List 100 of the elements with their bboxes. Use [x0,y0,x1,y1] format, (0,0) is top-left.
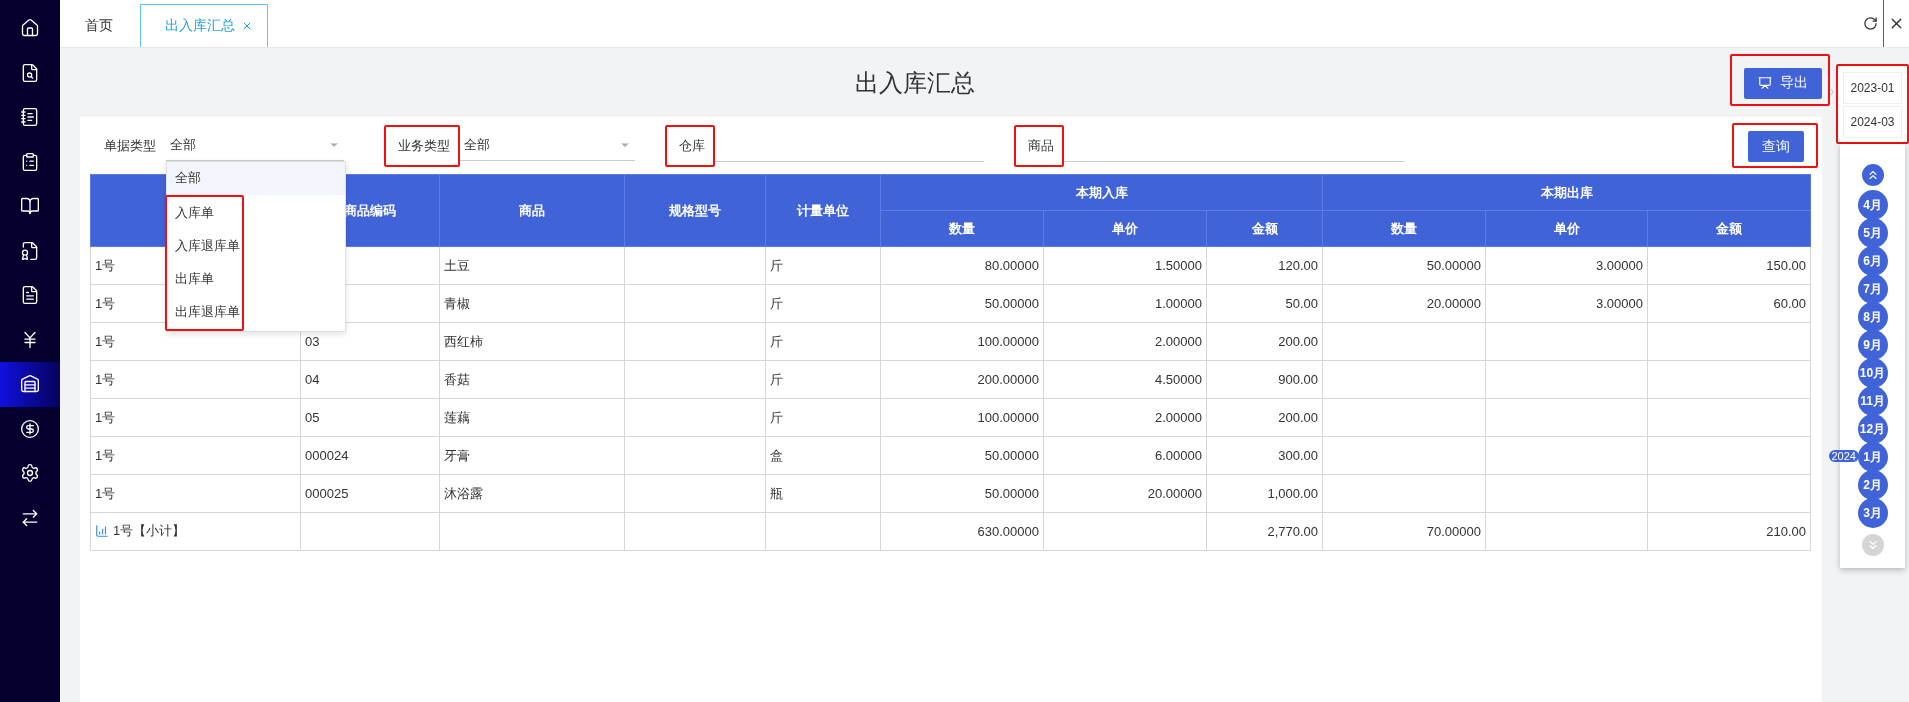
column-header: 数量 [1322,210,1486,247]
nav-icon [20,107,40,128]
nav-icon [20,240,40,261]
table-cell: 05 [300,398,440,437]
nav-icon [20,507,40,528]
select-value: 全部 [170,136,196,154]
sidebar-item[interactable] [0,362,60,407]
table-cell: 莲藕 [439,398,625,437]
column-header: 金额 [1647,210,1811,247]
table-cell: 50.00000 [880,474,1044,513]
group-header: 本期出库 [1322,174,1811,211]
table-cell: 斤 [765,322,881,361]
start-date-field[interactable]: 2023-01 [1843,72,1902,104]
month-button[interactable]: 2月 [1857,470,1888,500]
table-cell: 80.00000 [880,246,1044,285]
table-cell: 牙膏 [439,436,625,475]
table-cell: 100.00000 [880,398,1044,437]
page-title: 出入库汇总 [854,67,976,98]
table-cell: 900.00 [1206,360,1323,399]
group-header: 本期入库 [880,174,1323,211]
table-cell: 300.00 [1206,436,1323,475]
tab[interactable]: 出入库汇总 [140,4,268,47]
table-cell: 青椒 [439,284,625,323]
table-cell: 斤 [765,398,881,437]
table-cell: 3.00000 [1485,284,1648,323]
column-header: 规格型号 [624,174,766,247]
table-cell: 60.00 [1647,284,1811,323]
column-header: 单价 [1043,210,1207,247]
month-button[interactable]: 4月 [1857,190,1888,220]
end-date-field[interactable]: 2024-03 [1843,106,1902,138]
scroll-up-button[interactable] [1861,164,1884,186]
table-cell: 斤 [765,246,881,285]
month-button[interactable]: 10月 [1857,358,1888,388]
table-cell: 4.50000 [1043,360,1207,399]
select-field[interactable]: 全部 [460,130,635,161]
table-cell: 200.00000 [880,360,1044,399]
table-cell: 香菇 [439,360,625,399]
select-value: 全部 [464,136,490,154]
month-button[interactable]: 8月 [1857,302,1888,332]
tab-label: 首页 [85,17,113,35]
close-icon[interactable] [241,20,253,32]
nav-icon [20,196,40,217]
refresh-icon [1863,15,1878,31]
query-button[interactable]: 查询 [1748,131,1804,162]
table-cell: 1号 [90,360,301,399]
table-cell: 20.00000 [1043,474,1207,513]
month-button[interactable]: 3月 [1857,498,1888,528]
table-cell: 2,770.00 [1206,512,1323,551]
month-button[interactable]: 11月 [1857,386,1888,416]
table-cell: 土豆 [439,246,625,285]
month-button[interactable]: 7月 [1857,274,1888,304]
table-cell: 120.00 [1206,246,1323,285]
filter-label: 仓库 [679,136,705,155]
column-header: 计量单位 [765,174,881,247]
table-cell: 70.00000 [1322,512,1486,551]
column-header: 金额 [1206,210,1323,247]
table-cell: 50.00000 [880,284,1044,323]
table-cell: 50.00000 [880,436,1044,475]
month-button[interactable]: 6月 [1857,246,1888,276]
dropdown-option[interactable]: 全部 [167,161,345,195]
month-button[interactable]: 1月 [1857,442,1888,472]
table-cell: 03 [300,322,440,361]
nav-icon [20,151,40,172]
table-cell: 50.00000 [1322,246,1486,285]
table-cell: 150.00 [1647,246,1811,285]
month-button[interactable]: 9月 [1857,330,1888,360]
filter-label: 业务类型 [398,136,450,155]
dropdown-option[interactable]: 出库退库单 [167,295,240,329]
column-header: 商品 [439,174,625,247]
nav-icon [20,463,40,484]
tab[interactable]: 首页 [60,4,140,47]
table-cell: 000025 [300,474,440,513]
year-label: 2024 [1828,450,1859,462]
table-cell: 瓶 [765,474,881,513]
table-cell: 630.00000 [880,512,1044,551]
table-cell: 210.00 [1647,512,1811,551]
export-button[interactable]: 导出 [1744,67,1822,99]
table-cell: 1.50000 [1043,246,1207,285]
table-cell: 1号 [90,436,301,475]
table-cell: 200.00 [1206,398,1323,437]
table-cell: 1.00000 [1043,284,1207,323]
table-cell: 盒 [765,436,881,475]
table-cell: 6.00000 [1043,436,1207,475]
table-cell: 斤 [765,284,881,323]
table-cell: 200.00 [1206,322,1323,361]
dropdown-option[interactable]: 入库退库单 [167,229,240,263]
table-cell: 000024 [300,436,440,475]
table-cell: 3.00000 [1485,246,1648,285]
table-cell: 斤 [765,360,881,399]
table-cell: 1号 [90,398,301,437]
month-button[interactable]: 5月 [1857,218,1888,248]
column-header: 数量 [880,210,1044,247]
table-cell: 2.00000 [1043,322,1207,361]
export-icon [1758,76,1772,90]
table-cell: 100.00000 [880,322,1044,361]
table-cell: 2.00000 [1043,398,1207,437]
nav-icon [20,62,40,83]
nav-icon [20,374,40,395]
column-header: 单价 [1485,210,1648,247]
month-button[interactable]: 12月 [1857,414,1888,444]
